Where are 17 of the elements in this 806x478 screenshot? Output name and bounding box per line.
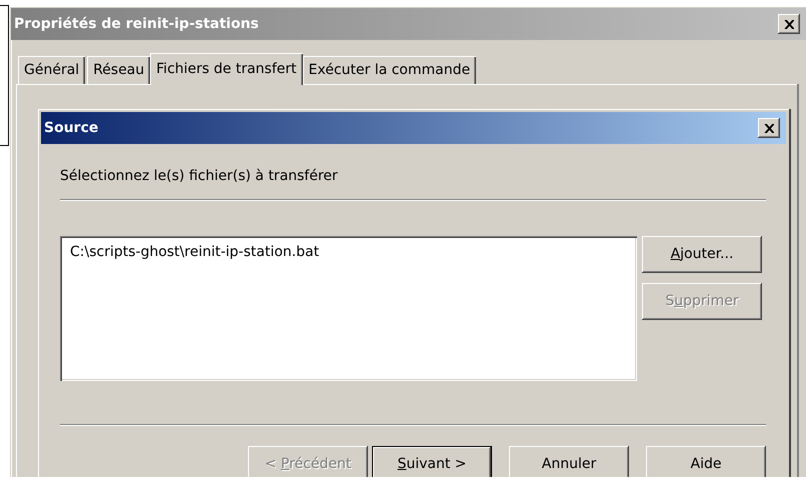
instruction-text: Sélectionnez le(s) fichier(s) à transférer: [60, 167, 339, 186]
dialog-button[interactable]: Suivant >: [372, 446, 492, 477]
window-title: Propriétés de reinit-ip-stations: [14, 14, 259, 34]
dialog-button[interactable]: Aide: [646, 446, 766, 477]
tab[interactable]: Exécuter la commande: [302, 56, 476, 84]
tab[interactable]: Général: [18, 56, 86, 84]
tab[interactable]: Réseau: [87, 56, 150, 84]
file-item[interactable]: C:\scripts-ghost\reinit-ip-station.bat: [70, 242, 320, 263]
dialog-title: Source: [44, 118, 98, 138]
dialog-button[interactable]: Ajouter...: [642, 236, 762, 273]
dialog-button[interactable]: Annuler: [509, 446, 629, 477]
file-list[interactable]: C:\scripts-ghost\reinit-ip-station.bat: [60, 236, 637, 381]
close-icon: [764, 124, 774, 132]
tab[interactable]: Fichiers de transfert: [150, 53, 302, 85]
close-button[interactable]: [778, 14, 800, 34]
close-icon: [784, 20, 794, 28]
close-button[interactable]: [758, 118, 780, 138]
